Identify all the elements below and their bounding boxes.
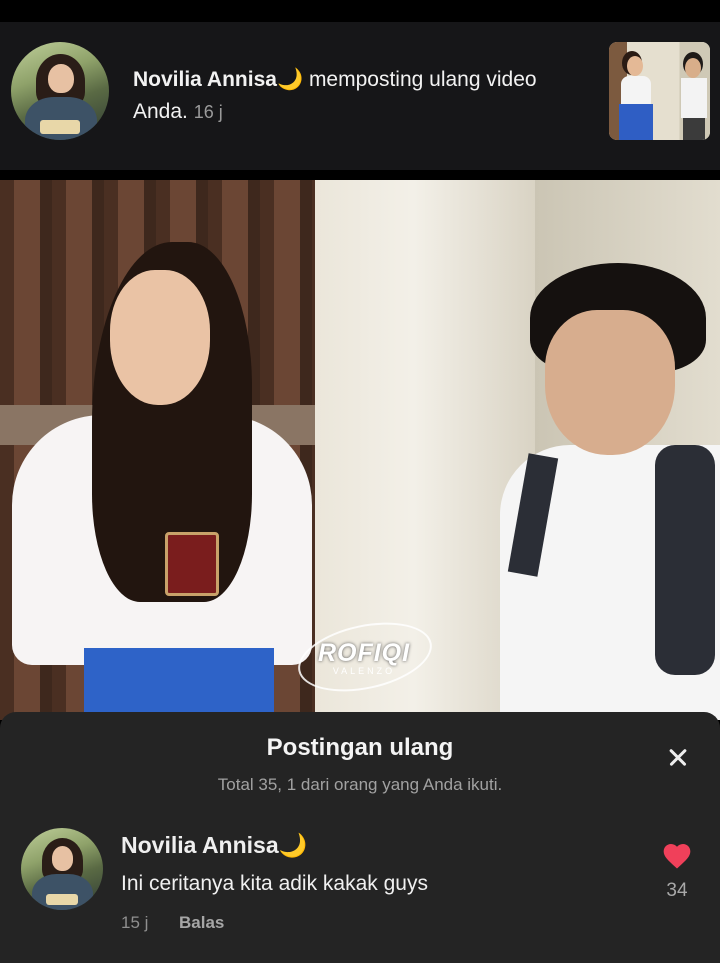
notification-text: Novilia Annisa🌙 memposting ulang video A… <box>133 64 593 128</box>
repost-sheet: Postingan ulang Total 35, 1 dari orang y… <box>0 712 720 963</box>
moon-emoji: 🌙 <box>278 832 308 858</box>
moon-emoji: 🌙 <box>276 68 304 91</box>
comment-text: Ini ceritanya kita adik kakak guys <box>121 872 428 895</box>
sheet-title: Postingan ulang <box>266 734 454 761</box>
notification-time: 16 j <box>193 102 223 122</box>
notification-user-name[interactable]: Novilia Annisa <box>133 68 277 91</box>
comment-user-name[interactable]: Novilia Annisa🌙 <box>121 832 307 859</box>
heart-icon[interactable] <box>661 840 693 872</box>
sheet-subtitle: Total 35, 1 dari orang yang Anda ikuti. <box>217 775 503 794</box>
user-avatar[interactable] <box>11 42 109 140</box>
video-thumbnail[interactable] <box>609 42 710 140</box>
close-icon[interactable] <box>660 739 696 775</box>
reply-button[interactable]: Balas <box>179 913 224 933</box>
repost-notification[interactable]: Novilia Annisa🌙 memposting ulang video A… <box>0 22 720 170</box>
comment-time: 15 j <box>121 913 149 932</box>
watermark-logo: ROFIQI VALENZO <box>291 611 439 703</box>
comment-avatar[interactable] <box>21 828 103 910</box>
like-count: 34 <box>666 880 688 901</box>
